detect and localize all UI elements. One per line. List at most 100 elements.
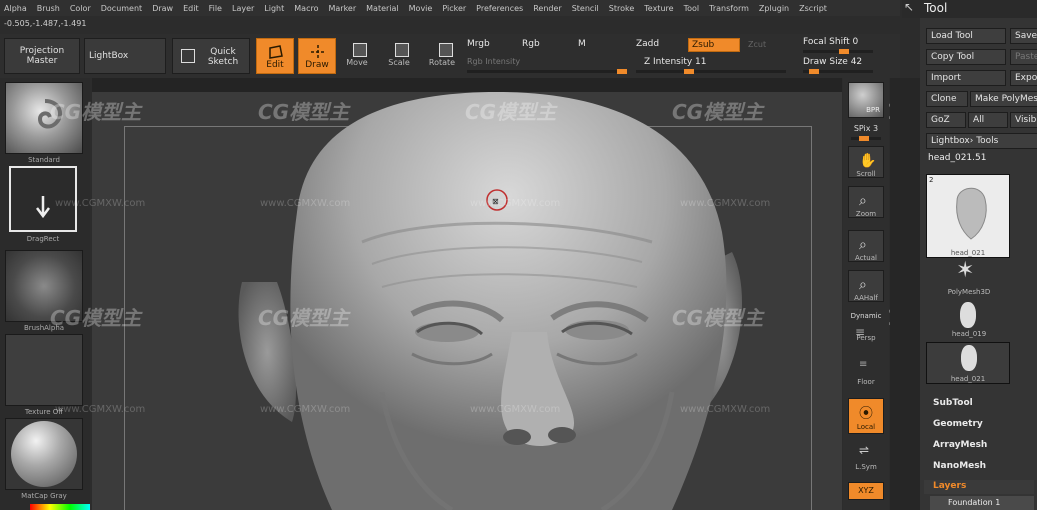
draw-button[interactable]: Draw — [298, 38, 336, 74]
clone-button[interactable]: Clone — [926, 91, 968, 107]
spix-label[interactable]: SPix 3 — [843, 124, 889, 133]
menu-alpha[interactable]: Alpha — [0, 4, 33, 13]
menu-transform[interactable]: Transform — [705, 4, 755, 13]
subtool-section[interactable]: SubTool — [933, 398, 973, 408]
lsym-button[interactable]: ⇌ L.Sym — [848, 440, 884, 472]
menu-color[interactable]: Color — [66, 4, 97, 13]
watermark-logo: CG模型主 — [672, 306, 764, 330]
color-picker-strip[interactable] — [30, 504, 90, 510]
menu-draw[interactable]: Draw — [148, 4, 179, 13]
draw-size-slider[interactable] — [803, 69, 873, 74]
import-button[interactable]: Import — [926, 70, 1006, 86]
menu-movie[interactable]: Movie — [405, 4, 439, 13]
save-as-button[interactable]: Save As — [1010, 28, 1037, 44]
layer-item-label: Foundation 1 — [948, 498, 1001, 507]
menu-brush[interactable]: Brush — [33, 4, 66, 13]
copy-tool-button[interactable]: Copy Tool — [926, 49, 1006, 65]
scale-button[interactable]: Scale — [384, 38, 414, 74]
actual-label: Actual — [855, 254, 877, 262]
spix-slider[interactable] — [851, 136, 881, 141]
draw-size-knob[interactable] — [809, 69, 819, 74]
draw-size-label[interactable]: Draw Size 42 — [803, 57, 862, 67]
menu-texture[interactable]: Texture — [640, 4, 679, 13]
focal-shift-knob[interactable] — [839, 49, 849, 54]
lsym-label: L.Sym — [855, 463, 877, 471]
projection-master-button[interactable]: Projection Master — [4, 38, 80, 74]
dynamic-label[interactable]: Dynamic — [843, 312, 889, 320]
paste-tool-button[interactable]: Paste Tool — [1010, 49, 1037, 65]
edit-button[interactable]: Edit — [256, 38, 294, 74]
menu-edit[interactable]: Edit — [179, 4, 205, 13]
mrgb-toggle[interactable]: Mrgb — [467, 39, 490, 49]
goz-visible-button[interactable]: Visible — [1010, 112, 1037, 128]
focal-shift-slider[interactable] — [803, 49, 873, 54]
export-button[interactable]: Export — [1010, 70, 1037, 86]
geometry-section[interactable]: Geometry — [933, 419, 983, 429]
nanomesh-section[interactable]: NanoMesh — [933, 461, 986, 471]
material-thumbnail[interactable]: MatCap Gray — [5, 418, 83, 500]
tool-thumbnail-active[interactable]: 2 head_021 — [926, 174, 1010, 258]
goz-button[interactable]: GoZ — [926, 112, 966, 128]
menu-macro[interactable]: Macro — [290, 4, 324, 13]
head019-thumbnail[interactable]: head_019 — [940, 300, 996, 340]
menu-material[interactable]: Material — [362, 4, 405, 13]
menu-stroke[interactable]: Stroke — [605, 4, 641, 13]
goz-all-button[interactable]: All — [968, 112, 1008, 128]
lightbox-tools-button[interactable]: Lightbox› Tools — [926, 133, 1037, 149]
menu-tool[interactable]: Tool — [680, 4, 706, 13]
zcut-toggle[interactable]: Zcut — [748, 40, 766, 49]
menu-preferences[interactable]: Preferences — [472, 4, 529, 13]
tool-palette: ↖ Tool Load Tool Save As Copy Tool Paste… — [902, 0, 1037, 510]
rgb-intensity-slider-label[interactable]: Rgb Intensity — [467, 57, 520, 66]
zadd-toggle[interactable]: Zadd — [636, 39, 659, 49]
rgb-intensity-slider[interactable] — [467, 69, 627, 74]
arraymesh-section[interactable]: ArrayMesh — [933, 440, 987, 450]
menu-stencil[interactable]: Stencil — [568, 4, 605, 13]
polymesh-thumbnail[interactable]: ✶ PolyMesh3D — [940, 258, 996, 300]
layers-section-header[interactable]: Layers — [924, 480, 1034, 494]
spix-knob[interactable] — [859, 136, 869, 141]
lightbox-button[interactable]: LightBox — [84, 38, 166, 74]
m-toggle[interactable]: M — [578, 39, 586, 49]
z-intensity-slider[interactable] — [636, 69, 786, 74]
layer-item[interactable]: Foundation 1 — [930, 496, 1034, 510]
local-button[interactable]: ⦿ Local — [848, 398, 884, 434]
sculpted-head-model[interactable]: ⊠ — [92, 92, 842, 510]
watermark-url: www.CGMXW.com — [260, 404, 351, 415]
menu-layer[interactable]: Layer — [228, 4, 260, 13]
head021-thumbnail[interactable]: head_021 — [926, 342, 1010, 384]
head021-label: head_021 — [950, 375, 986, 383]
rgb-intensity-knob[interactable] — [617, 69, 627, 74]
menu-document[interactable]: Document — [97, 4, 148, 13]
texture-thumbnail[interactable]: Texture Off — [5, 334, 83, 416]
bpr-button[interactable]: BPR — [848, 82, 884, 118]
menu-marker[interactable]: Marker — [324, 4, 362, 13]
rotate-button[interactable]: Rotate — [426, 38, 458, 74]
scroll-label: Scroll — [856, 170, 876, 178]
move-button[interactable]: Move — [342, 38, 372, 74]
z-intensity-knob[interactable] — [684, 69, 694, 74]
tray-scroll-column[interactable] — [890, 78, 920, 510]
menu-render[interactable]: Render — [529, 4, 567, 13]
edit-label: Edit — [266, 60, 284, 70]
menu-zscript[interactable]: Zscript — [795, 4, 833, 13]
menu-file[interactable]: File — [205, 4, 228, 13]
tool-palette-header[interactable]: ↖ Tool — [902, 0, 1037, 18]
z-intensity-label[interactable]: Z Intensity 11 — [644, 57, 707, 67]
xyz-button[interactable]: XYZ — [848, 482, 884, 500]
menu-picker[interactable]: Picker — [438, 4, 472, 13]
quick-sketch-button[interactable]: Quick Sketch — [172, 38, 250, 74]
load-tool-button[interactable]: Load Tool — [926, 28, 1006, 44]
rgb-toggle[interactable]: Rgb — [522, 39, 540, 49]
head019-label: head_019 — [951, 330, 987, 338]
watermark-logo: CG模型主 — [258, 306, 350, 330]
material-name: MatCap Gray — [21, 492, 67, 500]
zsub-toggle[interactable]: Zsub — [688, 38, 740, 52]
menu-light[interactable]: Light — [260, 4, 290, 13]
drag-rect-arrow-icon — [36, 196, 50, 219]
focal-shift-label[interactable]: Focal Shift 0 — [803, 37, 858, 47]
head019-icon — [960, 302, 976, 328]
document-viewport[interactable]: ⊠ — [92, 92, 842, 510]
make-polymesh-button[interactable]: Make PolyMesh3D — [970, 91, 1037, 107]
menu-zplugin[interactable]: Zplugin — [755, 4, 795, 13]
